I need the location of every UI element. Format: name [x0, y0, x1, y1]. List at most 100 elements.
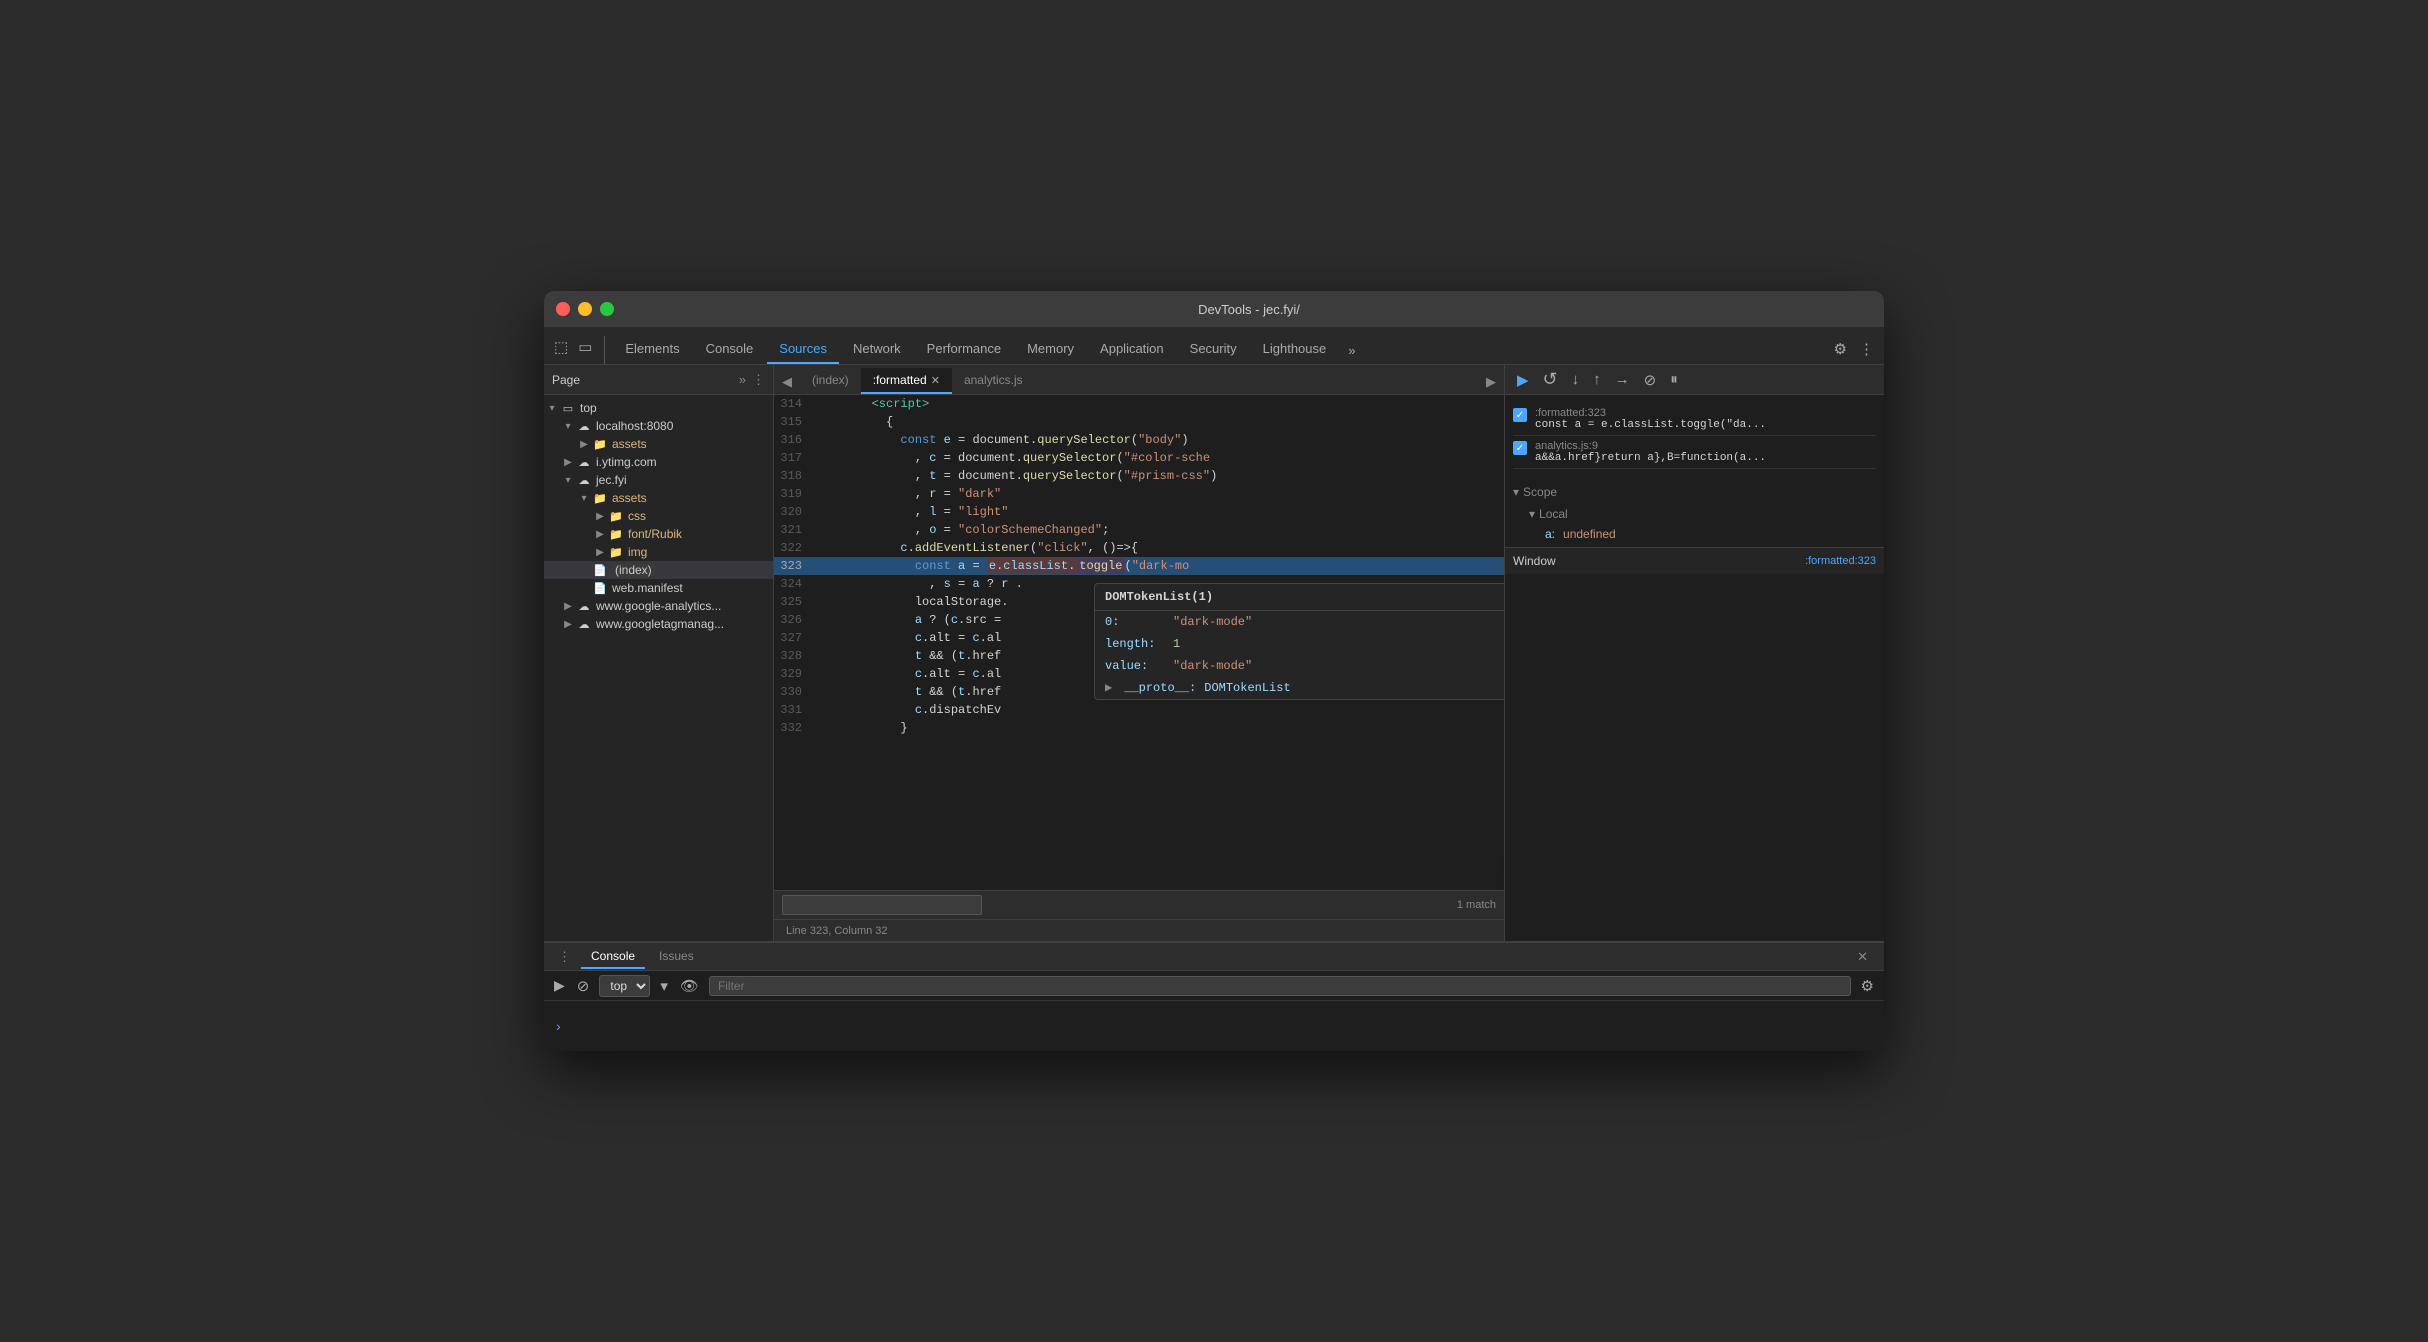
tab-elements[interactable]: Elements: [613, 335, 691, 364]
editor-tab-formatted-close[interactable]: ✕: [931, 374, 940, 387]
step-into-button[interactable]: ↓: [1568, 369, 1584, 390]
resume-button[interactable]: ▶: [1513, 369, 1533, 391]
maximize-button[interactable]: [600, 302, 614, 316]
console-clear-icon[interactable]: ⊘: [575, 975, 592, 997]
console-settings-icon[interactable]: ⚙: [1859, 975, 1876, 997]
tree-item-css[interactable]: ▶ 📁 css: [544, 507, 773, 525]
tree-item-ytimg[interactable]: ▶ ☁ i.ytimg.com: [544, 453, 773, 471]
console-context-selector[interactable]: top: [599, 975, 650, 997]
debugger-toolbar: ▶ ↺ ↓ ↑ → ⊘ ⏸: [1505, 365, 1884, 395]
console-eye-icon[interactable]: 👁: [678, 975, 701, 997]
scope-label: Scope: [1523, 485, 1557, 499]
console-tab-console[interactable]: Console: [581, 945, 645, 969]
editor-tab-back-button[interactable]: ◀: [774, 370, 800, 394]
tree-arrow-jecfyi: ▾: [560, 475, 576, 486]
devtools-settings-area: ⚙ ⋮: [1832, 338, 1876, 364]
tree-arrow-font: ▶: [592, 529, 608, 540]
window-title: DevTools - jec.fyi/: [626, 302, 1872, 317]
tree-item-manifest[interactable]: 📄 web.manifest: [544, 579, 773, 597]
file-tree: ▾ ▭ top ▾ ☁ localhost:8080 ▶ 📁 assets: [544, 395, 773, 941]
editor-tab-formatted-label: :formatted: [873, 373, 927, 387]
console-tab-issues[interactable]: Issues: [649, 945, 704, 969]
tab-memory[interactable]: Memory: [1015, 335, 1086, 364]
tree-item-google-analytics[interactable]: ▶ ☁ www.google-analytics...: [544, 597, 773, 615]
editor-tab-index[interactable]: (index): [800, 368, 861, 394]
scope-title[interactable]: ▾ Scope: [1513, 481, 1876, 503]
traffic-lights: [556, 302, 614, 316]
folder-icon-img: 📁: [608, 546, 624, 559]
tree-item-assets-jecfyi[interactable]: ▾ 📁 assets: [544, 489, 773, 507]
breakpoint-1-code: const a = e.classList.toggle("da...: [1535, 419, 1876, 431]
tree-item-assets-localhost[interactable]: ▶ 📁 assets: [544, 435, 773, 453]
tooltip-title: DOMTokenList(1): [1095, 584, 1504, 611]
tree-item-img[interactable]: ▶ 📁 img: [544, 543, 773, 561]
search-match-count: 1 match: [1457, 899, 1496, 911]
tab-security[interactable]: Security: [1178, 335, 1249, 364]
editor-tab-analytics[interactable]: analytics.js: [952, 368, 1035, 394]
console-panel: ⋮ Console Issues ✕ ▶ ⊘ top ▾ 👁 ⚙ ›: [544, 941, 1884, 1051]
breakpoint-2: analytics.js:9 a&&a.href}return a},B=fun…: [1513, 436, 1876, 469]
more-options-icon[interactable]: ⋮: [1857, 338, 1876, 360]
console-prompt-icon: ›: [556, 1018, 561, 1034]
panel-header-title: Page: [552, 373, 733, 387]
close-button[interactable]: [556, 302, 570, 316]
breakpoint-1-location: :formatted:323: [1535, 407, 1876, 419]
tab-lighthouse[interactable]: Lighthouse: [1251, 335, 1339, 364]
console-filter-input[interactable]: [709, 976, 1851, 996]
search-input[interactable]: [782, 895, 982, 915]
domain-icon-google-analytics: ☁: [576, 600, 592, 613]
tree-arrow-googletagmanager: ▶: [560, 619, 576, 630]
breakpoint-2-location: analytics.js:9: [1535, 440, 1876, 452]
minimize-button[interactable]: [578, 302, 592, 316]
tree-label-css: css: [628, 509, 646, 523]
tree-item-localhost[interactable]: ▾ ☁ localhost:8080: [544, 417, 773, 435]
mobile-icon[interactable]: ▭: [576, 336, 594, 358]
panel-header-options-icon[interactable]: ⋮: [752, 372, 765, 388]
more-tabs-button[interactable]: »: [1340, 337, 1363, 364]
console-execute-icon[interactable]: ▶: [552, 975, 567, 996]
tree-item-index[interactable]: 📄 (index): [544, 561, 773, 579]
tree-label-img: img: [628, 545, 647, 559]
local-scope-title[interactable]: ▾ Local: [1529, 503, 1876, 525]
code-area[interactable]: 314 <script> 315 { 316 const e = documen…: [774, 395, 1504, 890]
tab-performance[interactable]: Performance: [915, 335, 1013, 364]
tree-item-font[interactable]: ▶ 📁 font/Rubik: [544, 525, 773, 543]
deactivate-breakpoints-button[interactable]: ⊘: [1640, 369, 1661, 391]
code-line-320: 320 , l = "light": [774, 503, 1504, 521]
local-scope-label: Local: [1539, 507, 1568, 521]
pause-on-exceptions-button[interactable]: ⏸: [1666, 369, 1682, 390]
tab-sources[interactable]: Sources: [767, 335, 839, 364]
tree-arrow-google-analytics: ▶: [560, 601, 576, 612]
tree-item-jecfyi[interactable]: ▾ ☁ jec.fyi: [544, 471, 773, 489]
tab-console[interactable]: Console: [694, 335, 766, 364]
breakpoint-2-checkbox[interactable]: [1513, 441, 1527, 455]
folder-icon-assets-localhost: 📁: [592, 438, 608, 451]
tree-item-top[interactable]: ▾ ▭ top: [544, 399, 773, 417]
scope-var-a: a: undefined: [1545, 525, 1876, 543]
panel-header: Page » ⋮: [544, 365, 773, 395]
step-button[interactable]: →: [1611, 369, 1634, 390]
editor-tab-formatted[interactable]: :formatted ✕: [861, 368, 952, 394]
step-out-button[interactable]: ↑: [1589, 369, 1605, 390]
tree-item-googletagmanager[interactable]: ▶ ☁ www.googletagmanag...: [544, 615, 773, 633]
step-over-button[interactable]: ↺: [1539, 367, 1562, 392]
folder-icon-css: 📁: [608, 510, 624, 523]
console-options-icon[interactable]: ⋮: [552, 945, 577, 969]
editor-navigate-right[interactable]: ▶: [1478, 370, 1504, 394]
breakpoint-1-checkbox[interactable]: [1513, 408, 1527, 422]
settings-icon[interactable]: ⚙: [1832, 338, 1849, 360]
call-stack-location[interactable]: :formatted:323: [1805, 555, 1876, 567]
tree-label-google-analytics: www.google-analytics...: [596, 599, 721, 613]
scope-val-a: undefined: [1563, 527, 1616, 541]
breakpoint-1-info: :formatted:323 const a = e.classList.tog…: [1535, 407, 1876, 431]
tree-label-localhost: localhost:8080: [596, 419, 673, 433]
console-close-button[interactable]: ✕: [1849, 945, 1876, 969]
tab-network[interactable]: Network: [841, 335, 913, 364]
console-toolbar: ▶ ⊘ top ▾ 👁 ⚙: [544, 971, 1884, 1001]
tree-arrow-top: ▾: [544, 403, 560, 414]
cursor-icon[interactable]: ⬚: [552, 336, 570, 358]
console-context-arrow[interactable]: ▾: [658, 975, 670, 997]
tree-label-top: top: [580, 401, 597, 415]
tab-application[interactable]: Application: [1088, 335, 1176, 364]
panel-header-more-icon[interactable]: »: [739, 372, 746, 387]
